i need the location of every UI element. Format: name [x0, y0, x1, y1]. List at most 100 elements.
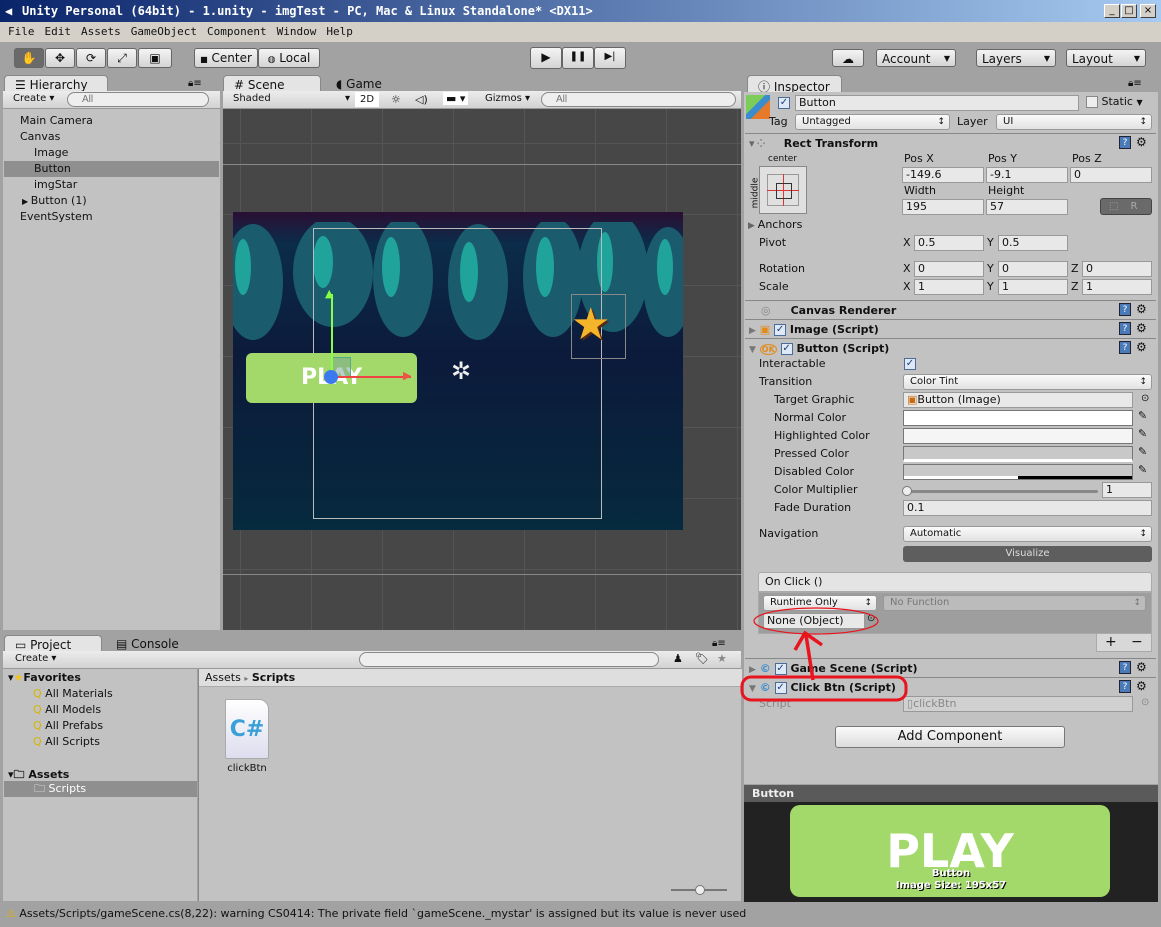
- arrow-up-icon[interactable]: ▲: [325, 287, 333, 300]
- image-script-header[interactable]: ▶ ▣ ✓ Image (Script): [745, 319, 1156, 338]
- pivot-local-toggle[interactable]: ◍ Local: [258, 48, 320, 68]
- layer-dropdown[interactable]: UI: [996, 114, 1152, 130]
- navigation-dropdown[interactable]: Automatic: [903, 526, 1152, 542]
- csharp-file-icon[interactable]: C#: [225, 699, 269, 759]
- gear-icon[interactable]: ⚙: [1136, 303, 1147, 316]
- add-component-button[interactable]: Add Component: [835, 726, 1065, 748]
- lock-icon[interactable]: 🔒︎≡: [188, 78, 202, 89]
- menu-component[interactable]: Component: [207, 25, 267, 38]
- scale-y-field[interactable]: 1: [998, 279, 1068, 295]
- step-button[interactable]: ▶|: [594, 47, 626, 69]
- effects-icon[interactable]: ▬ ▾: [443, 92, 469, 105]
- hierarchy-search-input[interactable]: [67, 92, 209, 107]
- component-enabled-checkbox[interactable]: ✓: [774, 324, 787, 336]
- filter-type-icon[interactable]: ♟: [673, 652, 683, 665]
- gameobject-icon[interactable]: [746, 95, 770, 119]
- anchors-foldout[interactable]: ▶ Anchors: [748, 217, 802, 234]
- menu-window[interactable]: Window: [277, 25, 317, 38]
- filter-label-icon[interactable]: 🏷︎: [695, 652, 709, 665]
- eyedropper-icon[interactable]: ✎: [1138, 445, 1147, 458]
- shading-dropdown[interactable]: Shaded ▾: [233, 93, 350, 104]
- object-name-input[interactable]: Button: [795, 95, 1079, 111]
- menu-gameobject[interactable]: GameObject: [131, 25, 197, 38]
- hand-tool-button[interactable]: ✋: [14, 48, 44, 68]
- account-dropdown[interactable]: Account ▼: [876, 49, 956, 67]
- add-event-button[interactable]: +: [1105, 634, 1117, 650]
- preview-header[interactable]: Button: [744, 785, 1158, 802]
- audio-icon[interactable]: ◁): [415, 93, 428, 106]
- target-graphic-field[interactable]: ▣Button (Image): [903, 392, 1133, 408]
- hierarchy-item-canvas[interactable]: Canvas: [20, 130, 60, 143]
- star-icon[interactable]: ★: [717, 652, 727, 665]
- rotation-z-field[interactable]: 0: [1082, 261, 1152, 277]
- pressed-color-swatch[interactable]: [903, 446, 1133, 462]
- lighting-icon[interactable]: ☼: [391, 93, 401, 106]
- layout-dropdown[interactable]: Layout ▼: [1066, 49, 1146, 67]
- rect-tool-button[interactable]: ▣: [138, 48, 172, 68]
- menu-file[interactable]: File: [8, 25, 35, 38]
- status-bar[interactable]: ⚠ Assets/Scripts/gameScene.cs(8,22): war…: [0, 903, 1161, 927]
- visualize-button[interactable]: Visualize: [903, 546, 1152, 562]
- scale-x-field[interactable]: 1: [914, 279, 984, 295]
- gear-icon[interactable]: ⚙: [1136, 136, 1147, 149]
- active-checkbox[interactable]: ✓: [778, 96, 790, 109]
- expand-arrow-icon[interactable]: ▶: [22, 197, 31, 206]
- file-label[interactable]: clickBtn: [225, 763, 269, 774]
- highlighted-color-swatch[interactable]: [903, 428, 1133, 444]
- button-script-header[interactable]: ▼ OK ✓ Button (Script): [745, 338, 1156, 357]
- cloud-button[interactable]: ☁: [832, 49, 864, 67]
- move-tool-button[interactable]: ✥: [45, 48, 75, 68]
- lock-icon[interactable]: 🔒︎≡: [1128, 78, 1142, 89]
- menu-assets[interactable]: Assets: [81, 25, 121, 38]
- eyedropper-icon[interactable]: ✎: [1138, 427, 1147, 440]
- move-gizmo-x-axis[interactable]: [331, 376, 411, 378]
- anchor-presets-button[interactable]: [759, 166, 807, 214]
- eyedropper-icon[interactable]: ✎: [1138, 463, 1147, 476]
- gizmos-dropdown[interactable]: Gizmos ▾: [485, 93, 530, 104]
- static-checkbox[interactable]: Static ▼: [1086, 95, 1143, 108]
- function-dropdown[interactable]: No Function: [883, 595, 1146, 611]
- color-multiplier-field[interactable]: 1: [1102, 482, 1152, 498]
- pause-button[interactable]: ❚❚: [562, 47, 594, 69]
- pivot-center-toggle[interactable]: ■ Center: [194, 48, 258, 68]
- menu-help[interactable]: Help: [326, 25, 353, 38]
- pos-z-field[interactable]: 0: [1070, 167, 1152, 183]
- component-enabled-checkbox[interactable]: ✓: [780, 343, 793, 355]
- gear-icon[interactable]: ⚙: [1136, 661, 1147, 674]
- rotation-x-field[interactable]: 0: [914, 261, 984, 277]
- gear-icon[interactable]: ⚙: [1136, 322, 1147, 335]
- scene-search-input[interactable]: [541, 92, 736, 107]
- tab-inspector[interactable]: ⓘ Inspector: [747, 75, 842, 94]
- width-field[interactable]: 195: [902, 199, 984, 215]
- eyedropper-icon[interactable]: ✎: [1138, 409, 1147, 422]
- help-icon[interactable]: ?: [1119, 322, 1131, 335]
- tag-dropdown[interactable]: Untagged: [795, 114, 950, 130]
- move-gizmo-y-axis[interactable]: [331, 294, 333, 374]
- favorite-all-scripts[interactable]: Q All Scripts: [33, 735, 100, 748]
- layers-dropdown[interactable]: Layers ▼: [976, 49, 1056, 67]
- disabled-color-swatch[interactable]: [903, 464, 1133, 480]
- help-icon[interactable]: ?: [1119, 661, 1131, 674]
- slider-thumb[interactable]: [695, 885, 705, 895]
- favorite-all-materials[interactable]: Q All Materials: [33, 687, 113, 700]
- hierarchy-item-imgstar[interactable]: imgStar: [34, 178, 77, 191]
- help-icon[interactable]: ?: [1119, 341, 1131, 354]
- scale-z-field[interactable]: 1: [1082, 279, 1152, 295]
- raw-edit-button[interactable]: R: [1130, 201, 1137, 212]
- breadcrumb-scripts[interactable]: Scripts: [252, 671, 295, 684]
- transition-dropdown[interactable]: Color Tint: [903, 374, 1152, 390]
- favorites-header[interactable]: ▾★Favorites: [8, 671, 81, 684]
- normal-color-swatch[interactable]: [903, 410, 1133, 426]
- help-icon[interactable]: ?: [1119, 680, 1131, 693]
- help-icon[interactable]: ?: [1119, 303, 1131, 316]
- maximize-button[interactable]: □: [1121, 4, 1137, 18]
- pos-y-field[interactable]: -9.1: [986, 167, 1068, 183]
- rotate-tool-button[interactable]: ⟳: [76, 48, 106, 68]
- lock-icon[interactable]: 🔒︎≡: [712, 638, 726, 649]
- gear-icon[interactable]: ⚙: [1136, 680, 1147, 693]
- hierarchy-item-eventsystem[interactable]: EventSystem: [20, 210, 93, 223]
- object-picker-icon[interactable]: ⊙: [1141, 393, 1149, 404]
- rotation-y-field[interactable]: 0: [998, 261, 1068, 277]
- scene-view[interactable]: PLAY ★ ▲ ▶ ✲: [223, 109, 741, 630]
- icon-size-slider[interactable]: [671, 885, 727, 895]
